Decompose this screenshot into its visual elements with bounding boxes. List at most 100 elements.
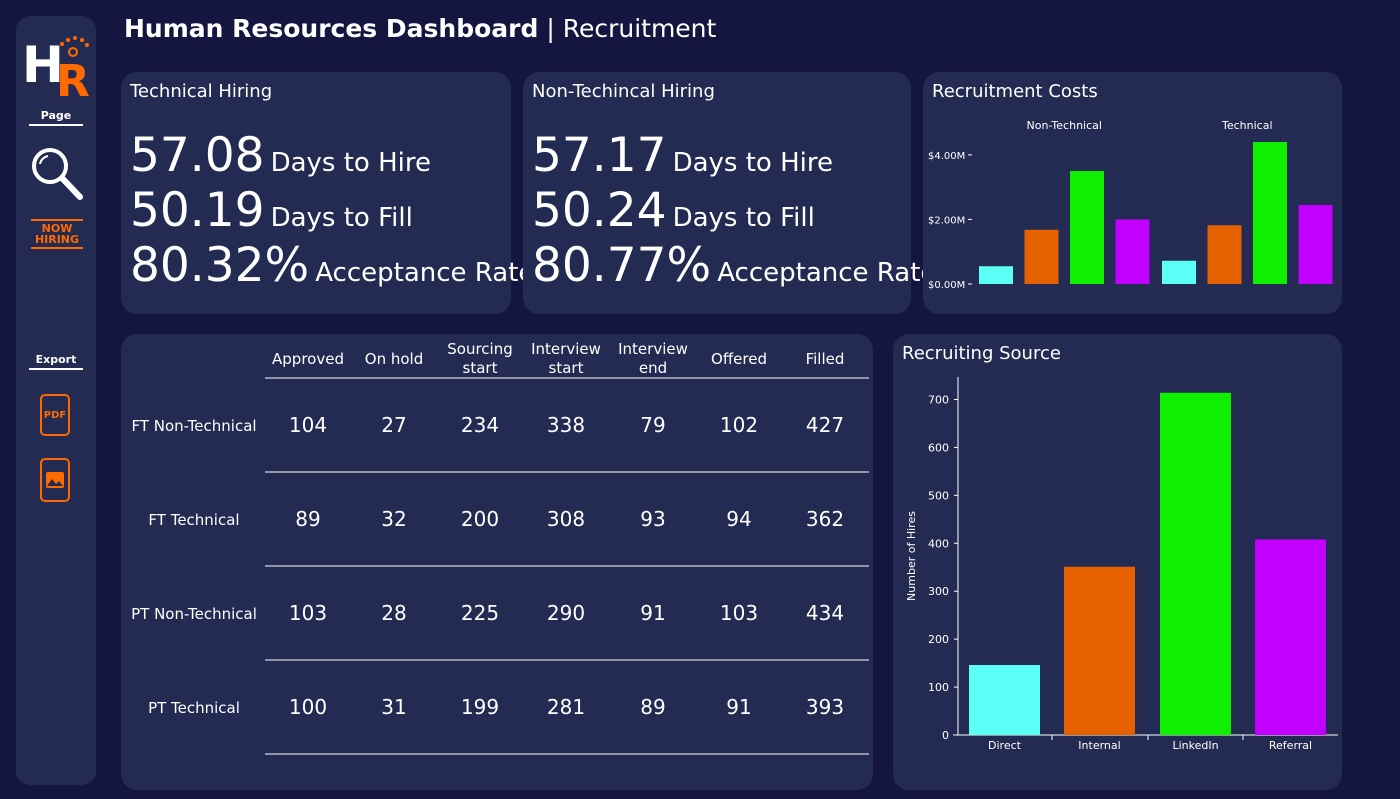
- card-title: Technical Hiring: [130, 81, 273, 102]
- x-tick-label: Internal: [1078, 739, 1120, 752]
- column-header: On hold: [365, 350, 423, 368]
- row-label: FT Technical: [148, 511, 239, 529]
- table-cell: 31: [381, 695, 406, 719]
- days-to-fill-kpi: 50.19 Days to Fill: [130, 183, 413, 238]
- table-cell: 27: [381, 413, 406, 437]
- cost-bar-internal[interactable]: [1024, 229, 1059, 284]
- table-cell: 28: [381, 601, 406, 625]
- table-cell: 362: [806, 507, 844, 531]
- row-label: FT Non-Technical: [131, 417, 256, 435]
- table-cell: 290: [547, 601, 585, 625]
- kpi-value: 57.08: [130, 128, 265, 183]
- recruitment-status-table: Approved On holdSourcingstartInterviewsta…: [131, 340, 869, 755]
- x-tick-label: LinkedIn: [1172, 739, 1218, 752]
- kpi-value: 80.32%: [130, 238, 310, 293]
- cost-bar-direct[interactable]: [979, 266, 1013, 284]
- table-cell: 32: [381, 507, 406, 531]
- y-tick-label: 400: [928, 537, 949, 550]
- group-label: Technical: [1221, 119, 1273, 132]
- recruitment-costs-card: Recruitment Costs $0.00M $2.00M $4.00M Non-…: [923, 72, 1342, 314]
- image-icon[interactable]: [40, 458, 70, 502]
- table-cell: 94: [726, 507, 751, 531]
- table-cell: 79: [640, 413, 665, 437]
- y-tick-label: 100: [928, 681, 949, 694]
- kpi-value: 50.19: [130, 183, 265, 238]
- kpi-value: 57.17: [532, 128, 667, 183]
- recruitment-costs-chart: $0.00M $2.00M $4.00M Non-Technical Technical: [928, 119, 1333, 291]
- hr-logo: H R: [22, 36, 90, 100]
- column-header: start: [463, 359, 498, 377]
- table-cell: 89: [640, 695, 665, 719]
- table-cell: 89: [295, 507, 320, 531]
- title-separator: |: [546, 14, 555, 43]
- days-to-fill-kpi: 50.24 Days to Fill: [532, 183, 815, 238]
- table-cell: 91: [640, 601, 665, 625]
- x-tick-label: Referral: [1269, 739, 1312, 752]
- recruiting-source-chart: 0 100 200 300 400 500 600 700 Number of Hires Dir…: [905, 377, 1338, 752]
- cost-bar-referral[interactable]: [1115, 219, 1150, 284]
- group-label: Non-Technical: [1027, 119, 1102, 132]
- table-cell: 393: [806, 695, 844, 719]
- y-axis-label: Number of Hires: [905, 511, 918, 601]
- acceptance-rate-kpi: 80.77% Acceptance Rate: [532, 238, 936, 293]
- page-subtitle: Recruitment: [562, 14, 717, 43]
- y-tick-label: 0: [942, 729, 949, 742]
- days-to-hire-kpi: 57.08 Days to Hire: [130, 128, 431, 183]
- source-bar-linkedin[interactable]: [1160, 392, 1231, 735]
- table-cell: 234: [461, 413, 499, 437]
- pdf-icon[interactable]: PDF: [40, 394, 70, 436]
- column-header: Filled: [806, 350, 845, 368]
- cost-bar-direct[interactable]: [1162, 260, 1196, 284]
- table-cell: 338: [547, 413, 585, 437]
- page-label: Page: [29, 109, 83, 126]
- export-label: Export: [29, 353, 83, 370]
- now-hiring-line1: NOW: [31, 219, 83, 234]
- kpi-label: Days to Fill: [270, 203, 413, 233]
- table-cell: 308: [547, 507, 585, 531]
- table-cell: 434: [806, 601, 844, 625]
- cost-bar-linkedin[interactable]: [1253, 142, 1287, 284]
- y-tick-label: 300: [928, 585, 949, 598]
- y-tick-label: 600: [928, 441, 949, 454]
- cost-bar-linkedin[interactable]: [1070, 171, 1104, 284]
- y-tick-label: 700: [928, 394, 949, 407]
- search-icon[interactable]: [28, 144, 84, 204]
- source-bar-internal[interactable]: [1064, 566, 1135, 735]
- cost-bar-internal[interactable]: [1207, 225, 1242, 284]
- column-header: Sourcing: [447, 340, 513, 358]
- x-tick-label: Direct: [988, 739, 1022, 752]
- table-cell: 100: [289, 695, 327, 719]
- table-cell: 199: [461, 695, 499, 719]
- acceptance-rate-kpi: 80.32% Acceptance Rate: [130, 238, 534, 293]
- y-tick-label: 500: [928, 489, 949, 502]
- svg-text:R: R: [56, 56, 90, 100]
- y-tick-label: $0.00M: [928, 280, 965, 291]
- technical-hiring-card: Technical Hiring 57.08 Days to Hire 50.19…: [121, 72, 534, 314]
- cost-bar-referral[interactable]: [1298, 204, 1333, 284]
- kpi-label: Days to Hire: [270, 148, 431, 178]
- non-technical-hiring-card: Non-Techincal Hiring 57.17 Days to Hire 5…: [523, 72, 936, 314]
- table-cell: 102: [720, 413, 758, 437]
- now-hiring-icon[interactable]: NOW HIRING: [31, 219, 83, 249]
- source-bar-direct[interactable]: [969, 665, 1040, 735]
- recruiting-source-card: Recruiting Source 0 100 200 300 400 500 600 700…: [893, 334, 1342, 790]
- table-cell: 281: [547, 695, 585, 719]
- y-tick-label: $4.00M: [928, 151, 965, 162]
- table-cell: 225: [461, 601, 499, 625]
- dashboard-title: Human Resources Dashboard: [124, 14, 539, 43]
- y-tick-label: $2.00M: [928, 215, 965, 226]
- row-label: PT Non-Technical: [131, 605, 257, 623]
- source-bar-referral[interactable]: [1255, 539, 1326, 735]
- column-header: Offered: [711, 350, 767, 368]
- table-cell: 103: [289, 601, 327, 625]
- kpi-label: Days to Hire: [672, 148, 833, 178]
- table-cell: 93: [640, 507, 665, 531]
- row-label: PT Technical: [148, 699, 240, 717]
- kpi-label: Days to Fill: [672, 203, 815, 233]
- column-header: Interview: [531, 340, 601, 358]
- y-tick-label: 200: [928, 633, 949, 646]
- table-cell: 427: [806, 413, 844, 437]
- card-title: Non-Techincal Hiring: [532, 81, 715, 102]
- column-header: start: [549, 359, 584, 377]
- column-header: end: [639, 359, 667, 377]
